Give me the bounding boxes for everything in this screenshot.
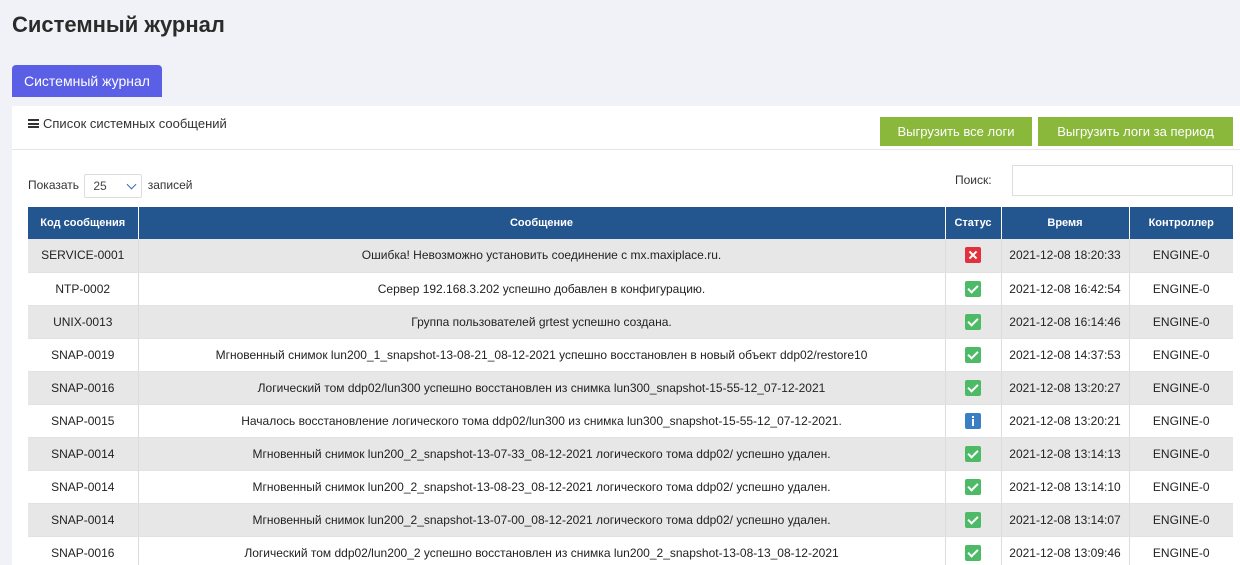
table-row[interactable]: SNAP-0014 Мгновенный снимок lun200_2_snap… xyxy=(28,503,1233,537)
length-suffix: записей xyxy=(147,178,193,193)
panel-title: Список системных сообщений xyxy=(28,116,227,131)
cell-time: 2021-12-08 18:20:33 xyxy=(1001,239,1130,273)
column-header-controller[interactable]: Контроллер xyxy=(1129,207,1233,239)
chevron-down-icon xyxy=(126,179,137,190)
column-header-time[interactable]: Время xyxy=(1001,207,1130,239)
cell-controller: ENGINE-0 xyxy=(1129,305,1233,339)
cell-time: 2021-12-08 13:14:10 xyxy=(1001,470,1130,504)
cell-code: SNAP-0014 xyxy=(28,470,139,504)
table-row[interactable]: SNAP-0014 Мгновенный снимок lun200_2_snap… xyxy=(28,437,1233,471)
menu-icon xyxy=(28,119,39,128)
cell-controller: ENGINE-0 xyxy=(1129,503,1233,537)
cell-message: Группа пользователей grtest успешно созд… xyxy=(138,305,946,339)
success-check-icon xyxy=(965,544,981,561)
cell-time: 2021-12-08 14:37:53 xyxy=(1001,338,1130,372)
page-title: Системный журнал xyxy=(12,12,225,37)
cell-status xyxy=(945,272,1002,306)
cell-status xyxy=(945,338,1002,372)
cell-status xyxy=(945,470,1002,504)
success-check-icon xyxy=(965,445,981,462)
cell-controller: ENGINE-0 xyxy=(1129,239,1233,273)
success-check-icon xyxy=(965,511,981,528)
cell-controller: ENGINE-0 xyxy=(1129,404,1233,438)
success-check-icon xyxy=(965,478,981,495)
cell-code: SERVICE-0001 xyxy=(28,239,139,273)
cell-status xyxy=(945,536,1002,565)
length-prefix: Показать xyxy=(28,178,80,193)
cell-message: Логический том ddp02/lun300 успешно восс… xyxy=(138,371,946,405)
cell-code: SNAP-0014 xyxy=(28,437,139,471)
cell-code: SNAP-0015 xyxy=(28,404,139,438)
error-icon xyxy=(965,247,981,264)
column-header-status[interactable]: Статус xyxy=(945,207,1002,239)
cell-controller: ENGINE-0 xyxy=(1129,536,1233,565)
table-row[interactable]: NTP-0002 Сервер 192.168.3.202 успешно доб… xyxy=(28,272,1233,306)
cell-status xyxy=(945,239,1002,273)
table-row[interactable]: SNAP-0016 Логический том ddp02/lun300 усп… xyxy=(28,371,1233,405)
table-row[interactable]: UNIX-0013 Группа пользователей grtest усп… xyxy=(28,305,1233,339)
log-panel: Список системных сообщений Выгрузить все… xyxy=(12,106,1240,565)
export-period-logs-button[interactable]: Выгрузить логи за период xyxy=(1038,117,1233,146)
cell-code: SNAP-0014 xyxy=(28,503,139,537)
cell-code: UNIX-0013 xyxy=(28,305,139,339)
cell-status xyxy=(945,437,1002,471)
cell-time: 2021-12-08 16:42:54 xyxy=(1001,272,1130,306)
success-check-icon xyxy=(965,280,981,297)
cell-message: Началось восстановление логического тома… xyxy=(138,404,946,438)
cell-message: Мгновенный снимок lun200_1_snapshot-13-0… xyxy=(138,338,946,372)
cell-code: SNAP-0019 xyxy=(28,338,139,372)
success-check-icon xyxy=(965,313,981,330)
page-length-select[interactable]: 25 xyxy=(84,174,143,198)
cell-controller: ENGINE-0 xyxy=(1129,272,1233,306)
success-check-icon xyxy=(965,346,981,363)
table-row[interactable]: SNAP-0019 Мгновенный снимок lun200_1_snap… xyxy=(28,338,1233,372)
table-row[interactable]: SNAP-0015 Началось восстановление логичес… xyxy=(28,404,1233,438)
cell-controller: ENGINE-0 xyxy=(1129,371,1233,405)
success-check-icon xyxy=(965,379,981,396)
cell-status xyxy=(945,371,1002,405)
cell-controller: ENGINE-0 xyxy=(1129,338,1233,372)
cell-message: Сервер 192.168.3.202 успешно добавлен в … xyxy=(138,272,946,306)
cell-status xyxy=(945,503,1002,537)
cell-time: 2021-12-08 13:20:21 xyxy=(1001,404,1130,438)
page-length-control: Показать 25 записей xyxy=(28,174,192,198)
cell-code: SNAP-0016 xyxy=(28,536,139,565)
cell-code: SNAP-0016 xyxy=(28,371,139,405)
cell-time: 2021-12-08 13:14:13 xyxy=(1001,437,1130,471)
column-header-message[interactable]: Сообщение xyxy=(138,207,946,239)
cell-status xyxy=(945,305,1002,339)
cell-status xyxy=(945,404,1002,438)
table-row[interactable]: SNAP-0014 Мгновенный снимок lun200_2_snap… xyxy=(28,470,1233,504)
cell-time: 2021-12-08 13:20:27 xyxy=(1001,371,1130,405)
cell-code: NTP-0002 xyxy=(28,272,139,306)
cell-message: Мгновенный снимок lun200_2_snapshot-13-0… xyxy=(138,503,946,537)
cell-controller: ENGINE-0 xyxy=(1129,437,1233,471)
search-label: Поиск: xyxy=(955,173,992,187)
table-header-row: Код сообщения Сообщение Статус Время Кон… xyxy=(28,207,1233,239)
panel-header: Список системных сообщений Выгрузить все… xyxy=(12,106,1240,150)
table-row[interactable]: SERVICE-0001 Ошибка! Невозможно установит… xyxy=(28,239,1233,273)
page-length-value: 25 xyxy=(93,179,107,193)
info-icon xyxy=(965,412,981,429)
column-header-code[interactable]: Код сообщения xyxy=(28,207,139,239)
cell-message: Мгновенный снимок lun200_2_snapshot-13-0… xyxy=(138,437,946,471)
panel-title-text: Список системных сообщений xyxy=(43,116,227,131)
cell-time: 2021-12-08 16:14:46 xyxy=(1001,305,1130,339)
log-table: Код сообщения Сообщение Статус Время Кон… xyxy=(28,207,1233,565)
table-row[interactable]: SNAP-0016 Логический том ddp02/lun200_2 у… xyxy=(28,536,1233,565)
tab-system-log[interactable]: Системный журнал xyxy=(12,65,162,97)
export-all-logs-button[interactable]: Выгрузить все логи xyxy=(880,117,1032,146)
cell-message: Логический том ddp02/lun200_2 успешно во… xyxy=(138,536,946,565)
cell-time: 2021-12-08 13:14:07 xyxy=(1001,503,1130,537)
cell-message: Ошибка! Невозможно установить соединение… xyxy=(138,239,946,273)
cell-controller: ENGINE-0 xyxy=(1129,470,1233,504)
cell-time: 2021-12-08 13:09:46 xyxy=(1001,536,1130,565)
search-input[interactable] xyxy=(1012,165,1233,196)
cell-message: Мгновенный снимок lun200_2_snapshot-13-0… xyxy=(138,470,946,504)
